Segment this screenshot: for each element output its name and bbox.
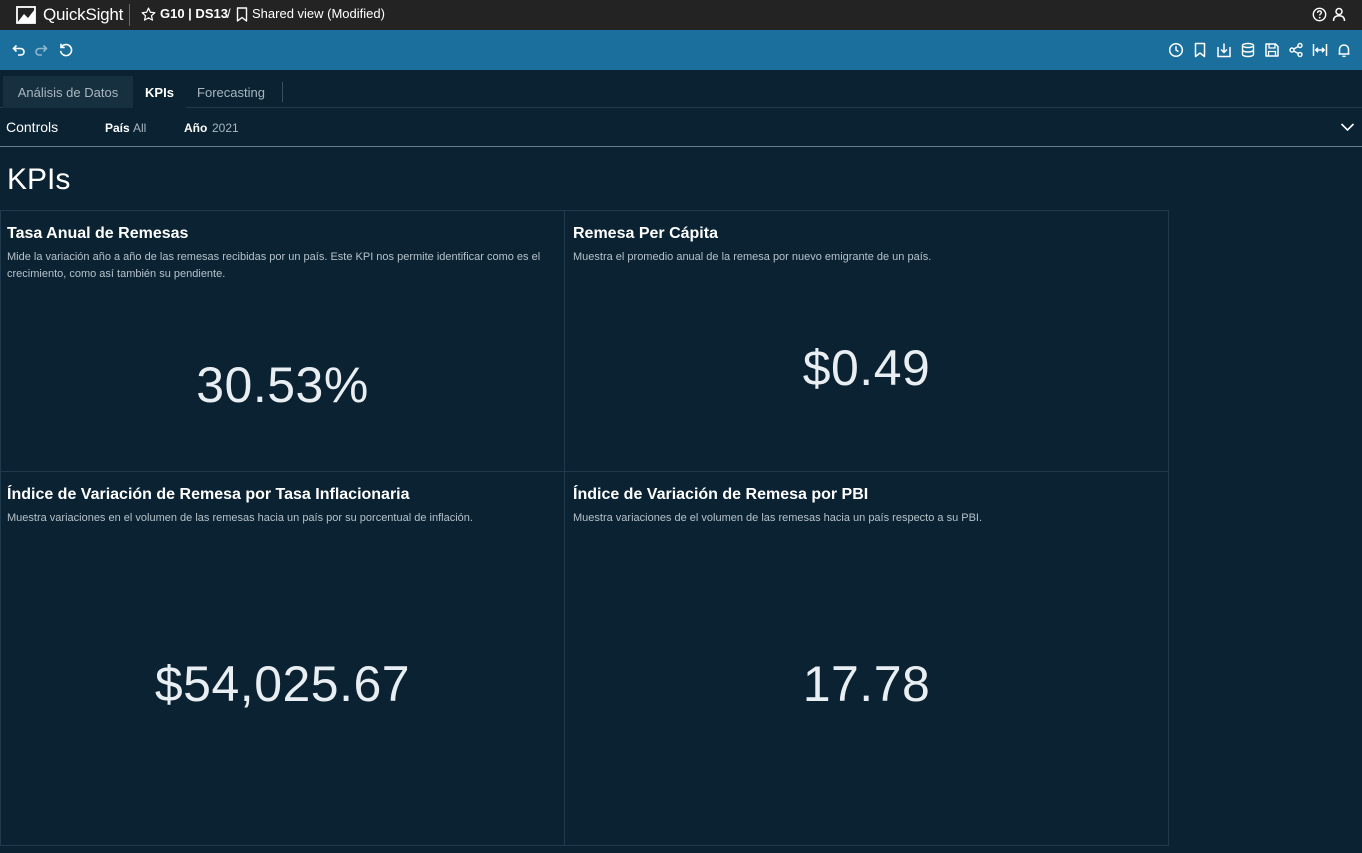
kpi-visual-variacion-inflacion[interactable]: Índice de Variación de Remesa por Tasa I… — [0, 471, 565, 846]
share-icon[interactable] — [1288, 42, 1304, 58]
history-icon[interactable] — [1168, 42, 1184, 58]
kpi-description: Muestra variaciones de el volumen de las… — [573, 512, 983, 524]
kpi-visual-tasa-anual[interactable]: Tasa Anual de Remesas Mide la variación … — [0, 210, 565, 472]
kpi-value: $54,025.67 — [154, 656, 411, 712]
kpi-description: Mide la variación año a año de las remes… — [7, 251, 541, 280]
bell-icon[interactable] — [1336, 42, 1352, 58]
kpi-visual-remesa-per-capita[interactable]: Remesa Per Cápita Muestra el promedio an… — [564, 210, 1169, 472]
help-icon[interactable] — [1312, 7, 1327, 22]
controls-bar: Controls País All Año 2021 — [0, 108, 1362, 147]
user-icon[interactable] — [1332, 7, 1346, 22]
control-pais-label: País — [105, 121, 130, 135]
kpi-value: $0.49 — [802, 340, 931, 396]
kpi-title: Remesa Per Cápita — [573, 225, 718, 242]
breadcrumb-separator: / — [227, 6, 231, 21]
sheet-tabs: Análisis de Datos KPIs Forecasting — [0, 70, 1362, 108]
save-icon[interactable] — [1264, 42, 1280, 58]
top-bar: QuickSight G10 | DS13 / Shared view (Mod… — [0, 0, 1362, 30]
tab-divider — [282, 82, 283, 102]
redo-icon[interactable] — [34, 42, 50, 58]
kpi-title: Índice de Variación de Remesa por Tasa I… — [7, 486, 410, 503]
tab-kpis[interactable]: KPIs — [133, 76, 186, 108]
star-icon[interactable] — [141, 7, 156, 22]
reset-icon[interactable] — [58, 42, 74, 58]
kpi-visual-variacion-pbi[interactable]: Índice de Variación de Remesa por PBI Mu… — [564, 471, 1169, 846]
divider — [129, 4, 130, 26]
tab-analisis-de-datos[interactable]: Análisis de Datos — [3, 76, 133, 108]
chevron-down-icon[interactable] — [1340, 121, 1355, 133]
kpi-description: Muestra variaciones en el volumen de las… — [7, 512, 473, 524]
dataset-icon[interactable] — [1240, 42, 1256, 58]
control-ano-label: Año — [184, 121, 208, 135]
fit-width-icon[interactable] — [1312, 42, 1328, 58]
quicksight-logo-icon — [16, 6, 36, 24]
kpi-value: 17.78 — [802, 656, 931, 712]
app-title[interactable]: QuickSight — [43, 5, 123, 25]
kpi-title: Tasa Anual de Remesas — [7, 225, 189, 242]
view-name[interactable]: Shared view (Modified) — [252, 6, 385, 21]
kpi-value: 30.53% — [196, 357, 369, 413]
kpi-description: Muestra el promedio anual de la remesa p… — [573, 251, 932, 263]
export-icon[interactable] — [1216, 42, 1232, 58]
kpi-title: Índice de Variación de Remesa por PBI — [573, 486, 869, 503]
tab-forecasting[interactable]: Forecasting — [186, 76, 276, 108]
control-ano-value[interactable]: 2021 — [212, 121, 239, 135]
bookmarks-icon[interactable] — [1192, 42, 1208, 58]
bookmark-icon — [236, 7, 248, 22]
dashboard-toolbar — [0, 30, 1362, 70]
undo-icon[interactable] — [10, 42, 26, 58]
dashboard-name[interactable]: G10 | DS13 — [160, 6, 228, 21]
sheet-title: KPIs — [7, 163, 71, 196]
control-pais-value[interactable]: All — [133, 121, 146, 135]
controls-label[interactable]: Controls — [6, 119, 58, 135]
